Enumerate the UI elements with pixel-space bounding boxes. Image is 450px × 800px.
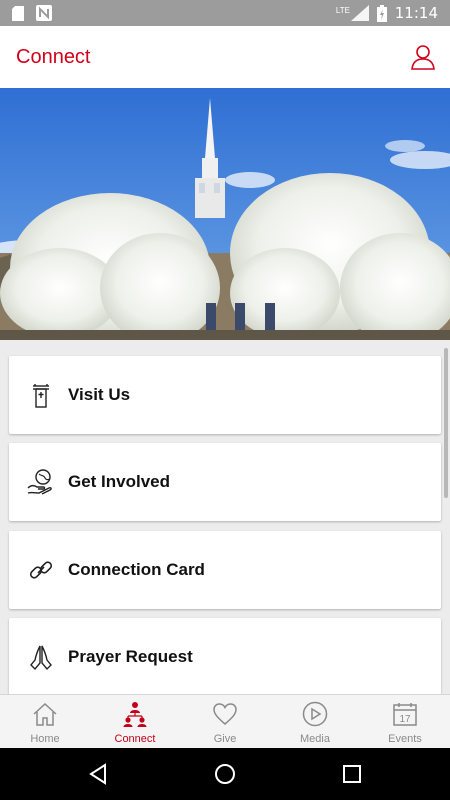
calendar-icon: 17 — [393, 703, 417, 726]
play-icon — [302, 701, 328, 727]
notification-n-icon — [36, 5, 52, 21]
tab-connect[interactable]: Connect — [90, 695, 180, 749]
page-title: Connect — [16, 46, 91, 68]
praying-hands-icon — [30, 645, 52, 671]
connection-card-label: Connection Card — [68, 560, 205, 579]
tab-media-label: Media — [300, 733, 330, 745]
sd-card-icon — [12, 5, 24, 21]
profile-icon[interactable] — [410, 44, 436, 70]
tab-events-label: Events — [388, 733, 422, 745]
tab-home-label: Home — [30, 733, 60, 745]
recents-icon[interactable] — [340, 762, 364, 786]
tab-media[interactable]: Media — [270, 695, 360, 749]
home-nav-icon[interactable] — [213, 762, 237, 786]
home-icon — [33, 702, 57, 726]
network-label: LTE — [335, 6, 350, 15]
back-icon[interactable] — [86, 762, 110, 786]
status-bar: LTE 11:14 — [0, 0, 450, 26]
battery-icon — [376, 4, 387, 22]
visit-us-label: Visit Us — [68, 385, 131, 404]
hero-image — [0, 88, 450, 340]
link-icon — [29, 561, 53, 579]
visit-us-card[interactable]: Visit Us — [9, 356, 441, 434]
tab-events[interactable]: 17 Events — [360, 695, 450, 749]
signal-icon — [350, 5, 369, 21]
connection-card-card[interactable]: Connection Card — [9, 531, 441, 609]
get-involved-label: Get Involved — [68, 472, 171, 491]
clock: 11:14 — [394, 4, 438, 22]
tab-connect-label: Connect — [114, 733, 156, 745]
tab-give-label: Give — [213, 733, 237, 745]
app-header: Connect — [0, 26, 450, 88]
hand-globe-icon — [27, 469, 52, 495]
prayer-request-card[interactable]: Prayer Request — [9, 618, 441, 694]
system-nav-bar — [0, 748, 450, 800]
bottom-tab-bar: Home Connect Give Media 17 Events — [0, 694, 450, 748]
heart-icon — [213, 703, 237, 725]
connect-menu: Visit Us Get Involved Connection Card Pr… — [0, 340, 450, 694]
steeple-icon — [33, 384, 49, 408]
scrollbar-thumb[interactable] — [444, 348, 448, 498]
prayer-request-label: Prayer Request — [68, 647, 193, 666]
people-icon — [123, 702, 147, 727]
tab-home[interactable]: Home — [0, 695, 90, 749]
tab-give[interactable]: Give — [180, 695, 270, 749]
church-image — [0, 88, 450, 340]
calendar-badge: 17 — [399, 714, 411, 725]
get-involved-card[interactable]: Get Involved — [9, 443, 441, 521]
